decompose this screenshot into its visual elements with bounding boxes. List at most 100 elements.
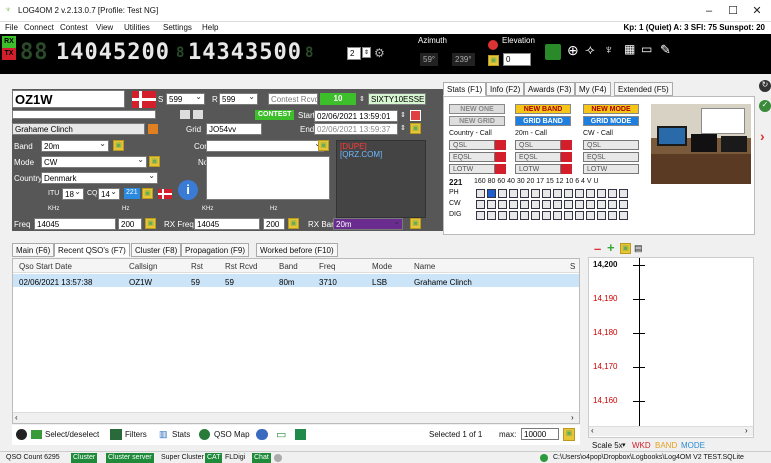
collapse-icon[interactable]: › [760, 128, 765, 144]
chart-lock-icon[interactable]: ▣ [620, 243, 631, 254]
chart-scroll-right-icon[interactable]: › [745, 426, 748, 435]
gear-icon[interactable]: ⚙ [374, 46, 385, 60]
max-input[interactable]: 10000 [521, 428, 559, 440]
rx-freq-hz-input[interactable]: 200 [263, 218, 285, 230]
qrz-link[interactable]: [QRZ.COM] [340, 150, 382, 159]
col-rst-rcvd[interactable]: Rst Rcvd [225, 262, 257, 271]
stats-button[interactable]: Stats [172, 430, 190, 439]
cq-select[interactable]: 14 [98, 188, 120, 200]
tab-cluster[interactable]: Cluster (F8) [131, 243, 182, 257]
freq-input[interactable]: 14045 [34, 218, 116, 230]
note-input[interactable] [206, 156, 330, 200]
previous-call-field[interactable] [12, 110, 156, 119]
chart-scrollbar[interactable]: ‹ › [589, 426, 753, 436]
zoom-out-icon[interactable]: – [594, 241, 601, 256]
vfo-select[interactable]: 2 [347, 47, 361, 60]
qso-end-input[interactable]: 02/06/2021 13:59:37 [314, 123, 398, 135]
scale-dropdown-icon[interactable]: ▾ [622, 441, 626, 449]
filter-icon[interactable] [110, 429, 122, 440]
contest-spinner-icon[interactable]: ⇕ [359, 95, 365, 103]
excel-icon[interactable] [295, 429, 306, 440]
band-lock-icon[interactable]: ▣ [113, 140, 124, 151]
scale-select[interactable]: Scale 5x [592, 441, 623, 450]
tab-stats[interactable]: Stats (F1) [443, 82, 487, 96]
col-name[interactable]: Name [414, 262, 435, 271]
col-freq[interactable]: Freq [319, 262, 335, 271]
maximize-button[interactable]: ☐ [722, 3, 744, 19]
refresh-icon[interactable]: ↻ [759, 80, 771, 92]
dxcc-lock-icon[interactable]: ▣ [142, 188, 153, 199]
menu-settings[interactable]: Settings [163, 23, 192, 32]
menu-connect[interactable]: Connect [24, 23, 54, 32]
table-row[interactable] [13, 274, 579, 287]
qso-start-input[interactable]: 02/06/2021 13:59:01 [314, 110, 398, 122]
tab-info[interactable]: Info (F2) [486, 82, 525, 96]
menu-file[interactable]: File [5, 23, 18, 32]
grid-square-icon[interactable] [180, 110, 190, 119]
col-rst[interactable]: Rst [191, 262, 203, 271]
comment-lock-icon[interactable]: ▣ [318, 140, 329, 151]
tab-extended[interactable]: Extended (F5) [614, 82, 673, 96]
chat-status[interactable]: Chat [252, 453, 271, 463]
map-icon[interactable] [199, 429, 210, 440]
fldigi-status[interactable]: FLDigi [223, 453, 247, 463]
pen-icon[interactable]: ✎ [660, 42, 671, 58]
keyer-icon[interactable]: ▭ [641, 42, 652, 56]
rx-freq-input[interactable]: 14045 [194, 218, 260, 230]
scroll-left-icon[interactable]: ‹ [15, 413, 18, 422]
name-lookup-icon[interactable] [148, 124, 158, 134]
cat-status[interactable]: CAT [205, 453, 223, 463]
zoom-in-icon[interactable]: + [607, 240, 615, 255]
select-deselect-button[interactable]: Select/deselect [45, 430, 99, 439]
close-button[interactable]: ✕ [746, 3, 768, 19]
qso-map-button[interactable]: QSO Map [214, 430, 250, 439]
tab-propagation[interactable]: Propagation (F9) [181, 243, 250, 257]
start-spinner-icon[interactable]: ⇕ [400, 111, 406, 119]
chart-print-icon[interactable]: ▤ [634, 243, 643, 254]
info-icon[interactable]: i [178, 180, 198, 200]
globe-export-icon[interactable] [256, 429, 268, 440]
cluster-status[interactable]: Cluster [71, 453, 98, 463]
tab-recent-qsos[interactable]: Recent QSO's (F7) [54, 243, 130, 257]
menu-contest[interactable]: Contest [60, 23, 88, 32]
super-cluster-status[interactable]: Super Cluster [159, 453, 206, 463]
callsign-input[interactable]: OZ1W [12, 90, 125, 108]
satellite-icon[interactable]: ⟢ [585, 42, 595, 58]
tab-awards[interactable]: Awards (F3) [524, 82, 576, 96]
toggle-icon[interactable] [16, 429, 27, 440]
col-band[interactable]: Band [279, 262, 298, 271]
freq-hz-input[interactable]: 200 [118, 218, 142, 230]
stats-icon[interactable]: ▥ [159, 429, 168, 440]
elevation-input[interactable]: 0 [503, 53, 531, 66]
antenna-icon[interactable]: ♆ [604, 42, 614, 57]
country-select[interactable]: Denmark [41, 172, 158, 184]
tab-worked-before[interactable]: Worked before (F10) [256, 243, 338, 257]
end-lock-icon[interactable]: ▣ [410, 123, 421, 134]
rx-freq-lock-icon[interactable]: ▣ [288, 218, 299, 229]
col-mode[interactable]: Mode [372, 262, 392, 271]
comment-input[interactable] [206, 140, 324, 152]
cluster-server-status[interactable]: Cluster server [106, 453, 154, 463]
folder-icon[interactable]: ▭ [276, 428, 286, 441]
rst-rcvd-select[interactable]: 599 [219, 93, 258, 105]
lock-icon[interactable]: ▣ [488, 55, 499, 66]
grid-input[interactable]: JO54vv [206, 123, 262, 135]
menu-view[interactable]: View [96, 23, 113, 32]
horizontal-scrollbar[interactable]: ‹ › [13, 412, 579, 423]
rotator-stop-icon[interactable] [488, 40, 498, 50]
scroll-right-icon[interactable]: › [571, 413, 574, 422]
menu-utilities[interactable]: Utilities [124, 23, 150, 32]
band-select[interactable]: 20m [41, 140, 109, 152]
itu-select[interactable]: 18 [62, 188, 84, 200]
grid-square-icon-2[interactable] [193, 110, 203, 119]
menu-help[interactable]: Help [202, 23, 218, 32]
select-icon[interactable] [31, 430, 42, 439]
start-now-icon[interactable] [410, 110, 421, 121]
operator-name-input[interactable]: Grahame Clinch [12, 123, 145, 135]
globe-icon[interactable]: ⊕ [567, 42, 579, 59]
confirm-icon[interactable]: ✓ [759, 100, 771, 112]
end-spinner-icon[interactable]: ⇕ [400, 124, 406, 132]
mode-lock-icon[interactable]: ▣ [149, 156, 160, 167]
chart-scroll-left-icon[interactable]: ‹ [591, 426, 594, 435]
col-qso-start-date[interactable]: Qso Start Date [19, 262, 72, 271]
